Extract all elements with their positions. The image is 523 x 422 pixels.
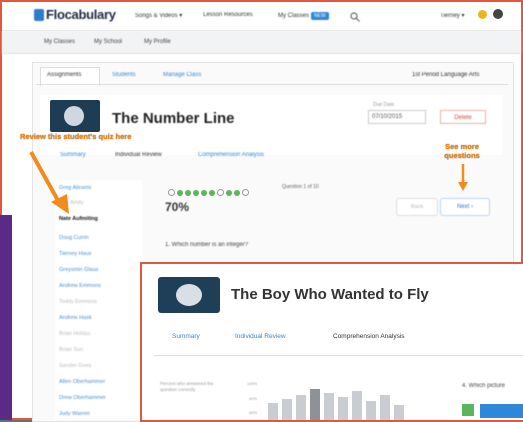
progress-dot[interactable] xyxy=(168,189,175,196)
question-progress-dots xyxy=(168,183,251,201)
front-tab-summary[interactable]: Summary xyxy=(172,333,200,340)
student-item[interactable]: Allen Oberhammer xyxy=(59,379,105,385)
progress-dot[interactable] xyxy=(201,190,207,196)
class-name: 1st Period Language Arts xyxy=(412,72,480,78)
progress-dot[interactable] xyxy=(185,190,191,196)
student-item[interactable]: Doug Currin xyxy=(59,235,89,241)
chart-bar xyxy=(324,393,334,420)
chevron-right-icon: › xyxy=(471,204,473,210)
progress-dot[interactable] xyxy=(226,190,232,196)
progress-dot[interactable] xyxy=(193,190,199,196)
quiz-score: 70% xyxy=(165,200,190,214)
chart-bar xyxy=(338,397,348,420)
tab-students[interactable]: Students xyxy=(112,72,136,78)
student-item[interactable]: Greysmin Glaus xyxy=(59,267,98,273)
chart-bar xyxy=(282,399,292,420)
help-icon[interactable] xyxy=(493,9,503,19)
student-item[interactable]: Brian Sun xyxy=(59,347,83,353)
y-tick: 100% xyxy=(247,381,258,386)
progress-dot[interactable] xyxy=(209,190,215,196)
question-text: 1. Which number is an integer? xyxy=(165,242,249,248)
subnav-my-classes[interactable]: My Classes xyxy=(44,39,75,45)
logo-mark-icon xyxy=(34,9,44,21)
assignment-title: The Number Line xyxy=(112,110,235,127)
flocabulary-logo[interactable]: Flocabulary xyxy=(34,7,116,22)
front-tab-comprehension-analysis[interactable]: Comprehension Analysis xyxy=(333,333,405,340)
subnav-my-school[interactable]: My School xyxy=(94,39,122,45)
student-item[interactable]: Andrew Hask xyxy=(59,315,92,321)
annotation-arrow-down-icon xyxy=(458,164,468,191)
student-item[interactable]: Toddy Emmons xyxy=(59,299,97,305)
student-item[interactable]: Andrew Emmons xyxy=(59,283,101,289)
progress-dot[interactable] xyxy=(234,190,240,196)
right-question-text: 4. Which picture xyxy=(462,383,506,389)
assignment-thumbnail xyxy=(50,100,100,132)
video-thumbnail-icon xyxy=(176,284,202,306)
sub-navigation-bar: My Classes My School My Profile xyxy=(2,31,521,54)
progress-dot[interactable] xyxy=(242,189,249,196)
student-item[interactable]: Drew Oberhammer xyxy=(59,395,106,401)
front-tab-divider xyxy=(154,355,523,356)
video-thumbnail-icon xyxy=(64,106,84,126)
tab-individual-review[interactable]: Individual Review xyxy=(115,152,162,158)
next-button[interactable]: Next › xyxy=(440,198,490,216)
tab-comprehension-analysis[interactable]: Comprehension Analysis xyxy=(198,152,264,158)
chart-bar xyxy=(380,395,390,420)
star-icon[interactable] xyxy=(478,10,487,19)
student-item[interactable]: Brian Holdas xyxy=(59,331,91,337)
chart-bar xyxy=(310,389,320,420)
chart-bar xyxy=(366,401,376,420)
answer-picture[interactable] xyxy=(480,404,523,418)
student-item[interactable]: Judy Warren xyxy=(59,411,90,417)
nav-my-classes-label: My Classes xyxy=(278,13,310,19)
chart-bar xyxy=(268,403,278,420)
due-date-label: Due Date xyxy=(373,102,395,108)
chart-bar xyxy=(394,405,404,420)
chart-bar xyxy=(352,391,362,420)
nav-songs-videos[interactable]: Songs & Videos ▾ xyxy=(135,12,182,19)
due-date-field[interactable]: 07/10/2015 xyxy=(368,110,426,124)
chart-bar xyxy=(296,395,306,420)
background-strip xyxy=(0,215,12,420)
progress-dot[interactable] xyxy=(177,190,183,196)
search-icon[interactable] xyxy=(350,9,360,22)
story-thumbnail xyxy=(158,277,220,313)
annotation-arrow-icon xyxy=(29,151,69,214)
y-tick: 80% xyxy=(249,396,258,401)
user-menu[interactable]: Tierney ▾ xyxy=(440,12,464,19)
back-button[interactable]: Back xyxy=(396,198,438,216)
question-progress-label: Question 1 of 10 xyxy=(282,184,319,190)
chart-caption: Percent who answered the question correc… xyxy=(160,381,214,392)
student-item[interactable]: Tierney Haus xyxy=(59,251,92,257)
student-item[interactable]: Sander Goes xyxy=(59,363,91,369)
new-badge: NEW xyxy=(311,12,329,20)
tab-assignments[interactable]: Assignments xyxy=(47,72,81,78)
subnav-my-profile[interactable]: My Profile xyxy=(144,39,171,45)
logo-text: Flocabulary xyxy=(46,7,116,22)
annotation-more-questions: See more questions xyxy=(444,142,480,160)
progress-dot[interactable] xyxy=(217,189,224,196)
front-tab-individual-review[interactable]: Individual Review xyxy=(235,333,286,340)
delete-button[interactable]: Delete xyxy=(440,110,486,124)
y-tick: 60% xyxy=(249,410,258,415)
bar-chart xyxy=(268,385,438,420)
tab-divider xyxy=(36,84,508,85)
nav-my-classes[interactable]: My Classes NEW xyxy=(278,12,329,20)
correct-marker xyxy=(462,404,474,416)
nav-lesson-resources[interactable]: Lesson Resources xyxy=(203,12,253,18)
story-title: The Boy Who Wanted to Fly xyxy=(231,286,429,303)
next-button-label: Next xyxy=(456,204,470,210)
tab-manage-class[interactable]: Manage Class xyxy=(163,72,201,78)
